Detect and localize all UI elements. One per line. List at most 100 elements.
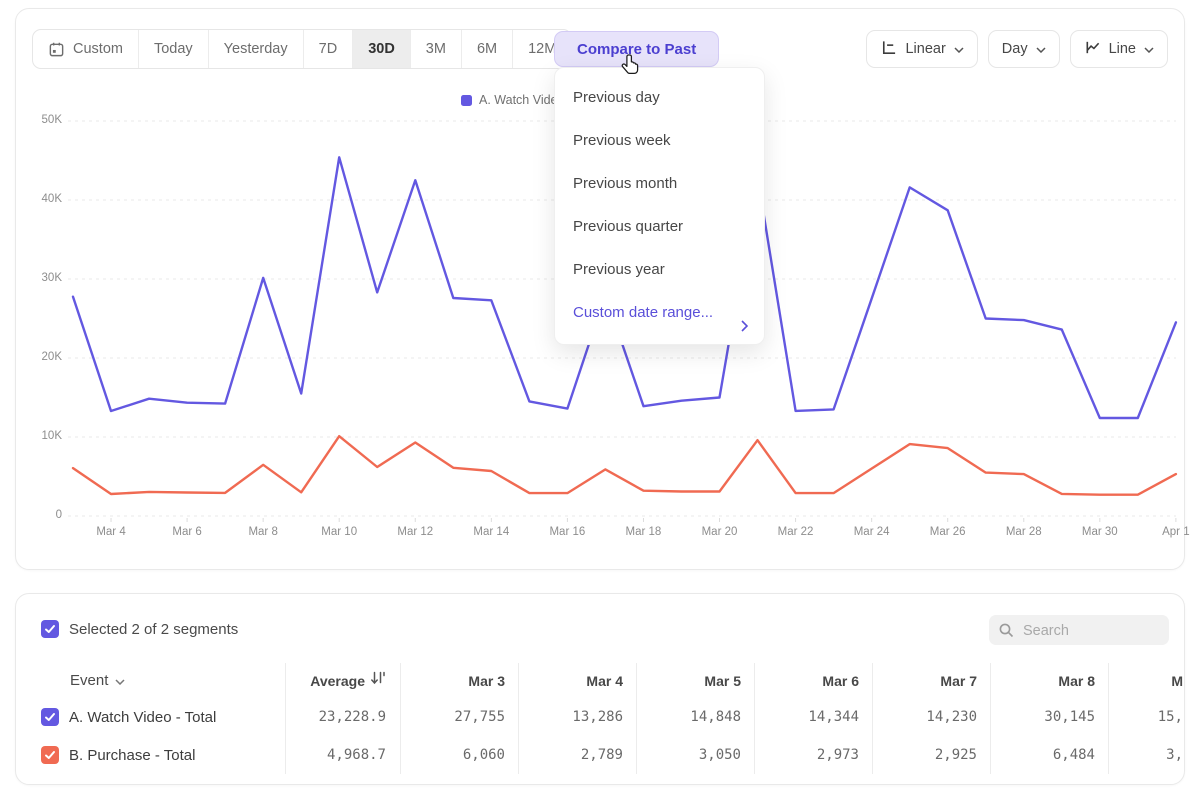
x-tick-label: Mar 30 [1070,526,1130,538]
compare-menu: Previous dayPrevious weekPrevious monthP… [554,67,765,345]
menu-item-previous-quarter[interactable]: Previous quarter [555,205,764,248]
x-tick-label: Mar 22 [766,526,826,538]
chevron-right-icon [741,306,748,349]
event-header-label: Event [70,672,108,689]
sort-descending-icon [371,671,386,690]
y-tick-label: 50K [16,114,62,126]
day-value-cell: 6,484 [991,736,1109,774]
compare-menu-items: Previous dayPrevious weekPrevious monthP… [555,76,764,291]
range-button-6m[interactable]: 6M [461,30,512,68]
day-value-cell: 3,050 [637,736,755,774]
chevron-down-icon [954,41,964,57]
range-label: 7D [319,41,338,57]
range-label: 6M [477,41,497,57]
x-tick-label: Mar 24 [842,526,902,538]
x-tick-label: Apr 1 [1146,526,1200,538]
chart-card: CustomTodayYesterday7D30D3M6M12M Compare… [15,8,1185,570]
day-header-cell[interactable]: Mar 3 [401,663,519,698]
x-tick-label: Mar 16 [537,526,597,538]
day-header-label: Mar 8 [1058,673,1095,689]
menu-item-previous-month[interactable]: Previous month [555,162,764,205]
legend-swatch [461,95,472,106]
range-button-yesterday[interactable]: Yesterday [208,30,303,68]
day-header-label: Mar 5 [704,673,741,689]
row-label: A. Watch Video - Total [69,709,216,726]
legend-label: A. Watch Video [479,93,564,107]
y-tick-label: 10K [16,430,62,442]
average-value-cell: 4,968.7 [286,736,401,774]
chart-toolbar: CustomTodayYesterday7D30D3M6M12M Compare… [16,9,1184,75]
x-tick-label: Mar 10 [309,526,369,538]
day-header-cell[interactable]: Mar 8 [991,663,1109,698]
select-all-checkbox[interactable] [41,620,59,638]
range-button-today[interactable]: Today [138,30,208,68]
menu-item-previous-year[interactable]: Previous year [555,248,764,291]
day-value-cell: 2,925 [873,736,991,774]
day-header-cell[interactable]: Mar 5 [637,663,755,698]
table-row: B. Purchase - Total 4,968.76,0602,7893,05… [16,736,1184,774]
day-value-cell: 27,755 [401,698,519,736]
day-value-cell: 13,286 [519,698,637,736]
x-tick-label: Mar 8 [233,526,293,538]
day-header-cell[interactable]: Mar 6 [755,663,873,698]
scale-dropdown[interactable]: Linear [866,30,977,68]
range-label: Custom [73,41,123,57]
search-box [989,615,1169,645]
legend-item[interactable]: A. Watch Video [461,93,564,107]
row-label: B. Purchase - Total [69,747,195,764]
x-tick-label: Mar 20 [690,526,750,538]
range-button-7d[interactable]: 7D [303,30,353,68]
search-input[interactable] [1021,615,1165,647]
line-chart-icon [1084,39,1101,60]
day-header-label: Mar 3 [468,673,505,689]
granularity-dropdown[interactable]: Day [988,30,1060,68]
x-tick-label: Mar 4 [81,526,141,538]
segments-table: Event Average Mar 3 Mar 4 Mar 5 Mar 6 Mar 7 M… [16,663,1184,774]
range-button-custom[interactable]: Custom [33,30,138,68]
chevron-down-icon [115,672,125,690]
day-value-cell: 6,060 [401,736,519,774]
day-header-label: M [1171,673,1183,689]
compare-to-past-button[interactable]: Compare to Past [554,31,719,67]
day-header-label: Mar 7 [940,673,977,689]
menu-item-previous-day[interactable]: Previous day [555,76,764,119]
calendar-icon [48,41,65,58]
menu-item-previous-week[interactable]: Previous week [555,119,764,162]
day-value-cell: 2,789 [519,736,637,774]
chevron-down-icon [1144,41,1154,57]
range-button-30d[interactable]: 30D [352,30,410,68]
day-value-cell: 2,973 [755,736,873,774]
range-button-3m[interactable]: 3M [410,30,461,68]
chart-option-buttons: Linear Day Line [866,30,1168,68]
average-header-cell[interactable]: Average [286,663,401,698]
average-header-label: Average [310,673,365,689]
series-B. Purchase [73,436,1176,495]
day-header-cell[interactable]: Mar 4 [519,663,637,698]
range-label: Today [154,41,193,57]
segments-table-card: Selected 2 of 2 segments Event Average [15,593,1185,785]
event-cell: A. Watch Video - Total [16,698,286,736]
x-tick-label: Mar 28 [994,526,1054,538]
day-value-cell: 14,230 [873,698,991,736]
chart-type-label: Line [1109,41,1136,57]
x-tick-label: Mar 12 [385,526,445,538]
menu-item-custom-date-range[interactable]: Custom date range... [555,291,764,334]
day-value-cell: 14,344 [755,698,873,736]
day-header-cell[interactable]: Mar 7 [873,663,991,698]
search-icon [998,622,1015,639]
range-label: 30D [368,41,395,57]
x-tick-label: Mar 14 [461,526,521,538]
segments-header: Selected 2 of 2 segments [16,594,1184,660]
event-header-cell[interactable]: Event [16,663,286,698]
x-tick-label: Mar 26 [918,526,978,538]
chart-type-dropdown[interactable]: Line [1070,30,1168,68]
y-tick-label: 0 [16,509,62,521]
x-tick-label: Mar 18 [613,526,673,538]
selected-segments-label: Selected 2 of 2 segments [69,621,238,638]
y-tick-label: 20K [16,351,62,363]
day-header-label: Mar 4 [586,673,623,689]
day-value-cell: 30,145 [991,698,1109,736]
row-checkbox[interactable] [41,708,59,726]
row-checkbox[interactable] [41,746,59,764]
day-header-cell[interactable]: M [1109,663,1184,698]
